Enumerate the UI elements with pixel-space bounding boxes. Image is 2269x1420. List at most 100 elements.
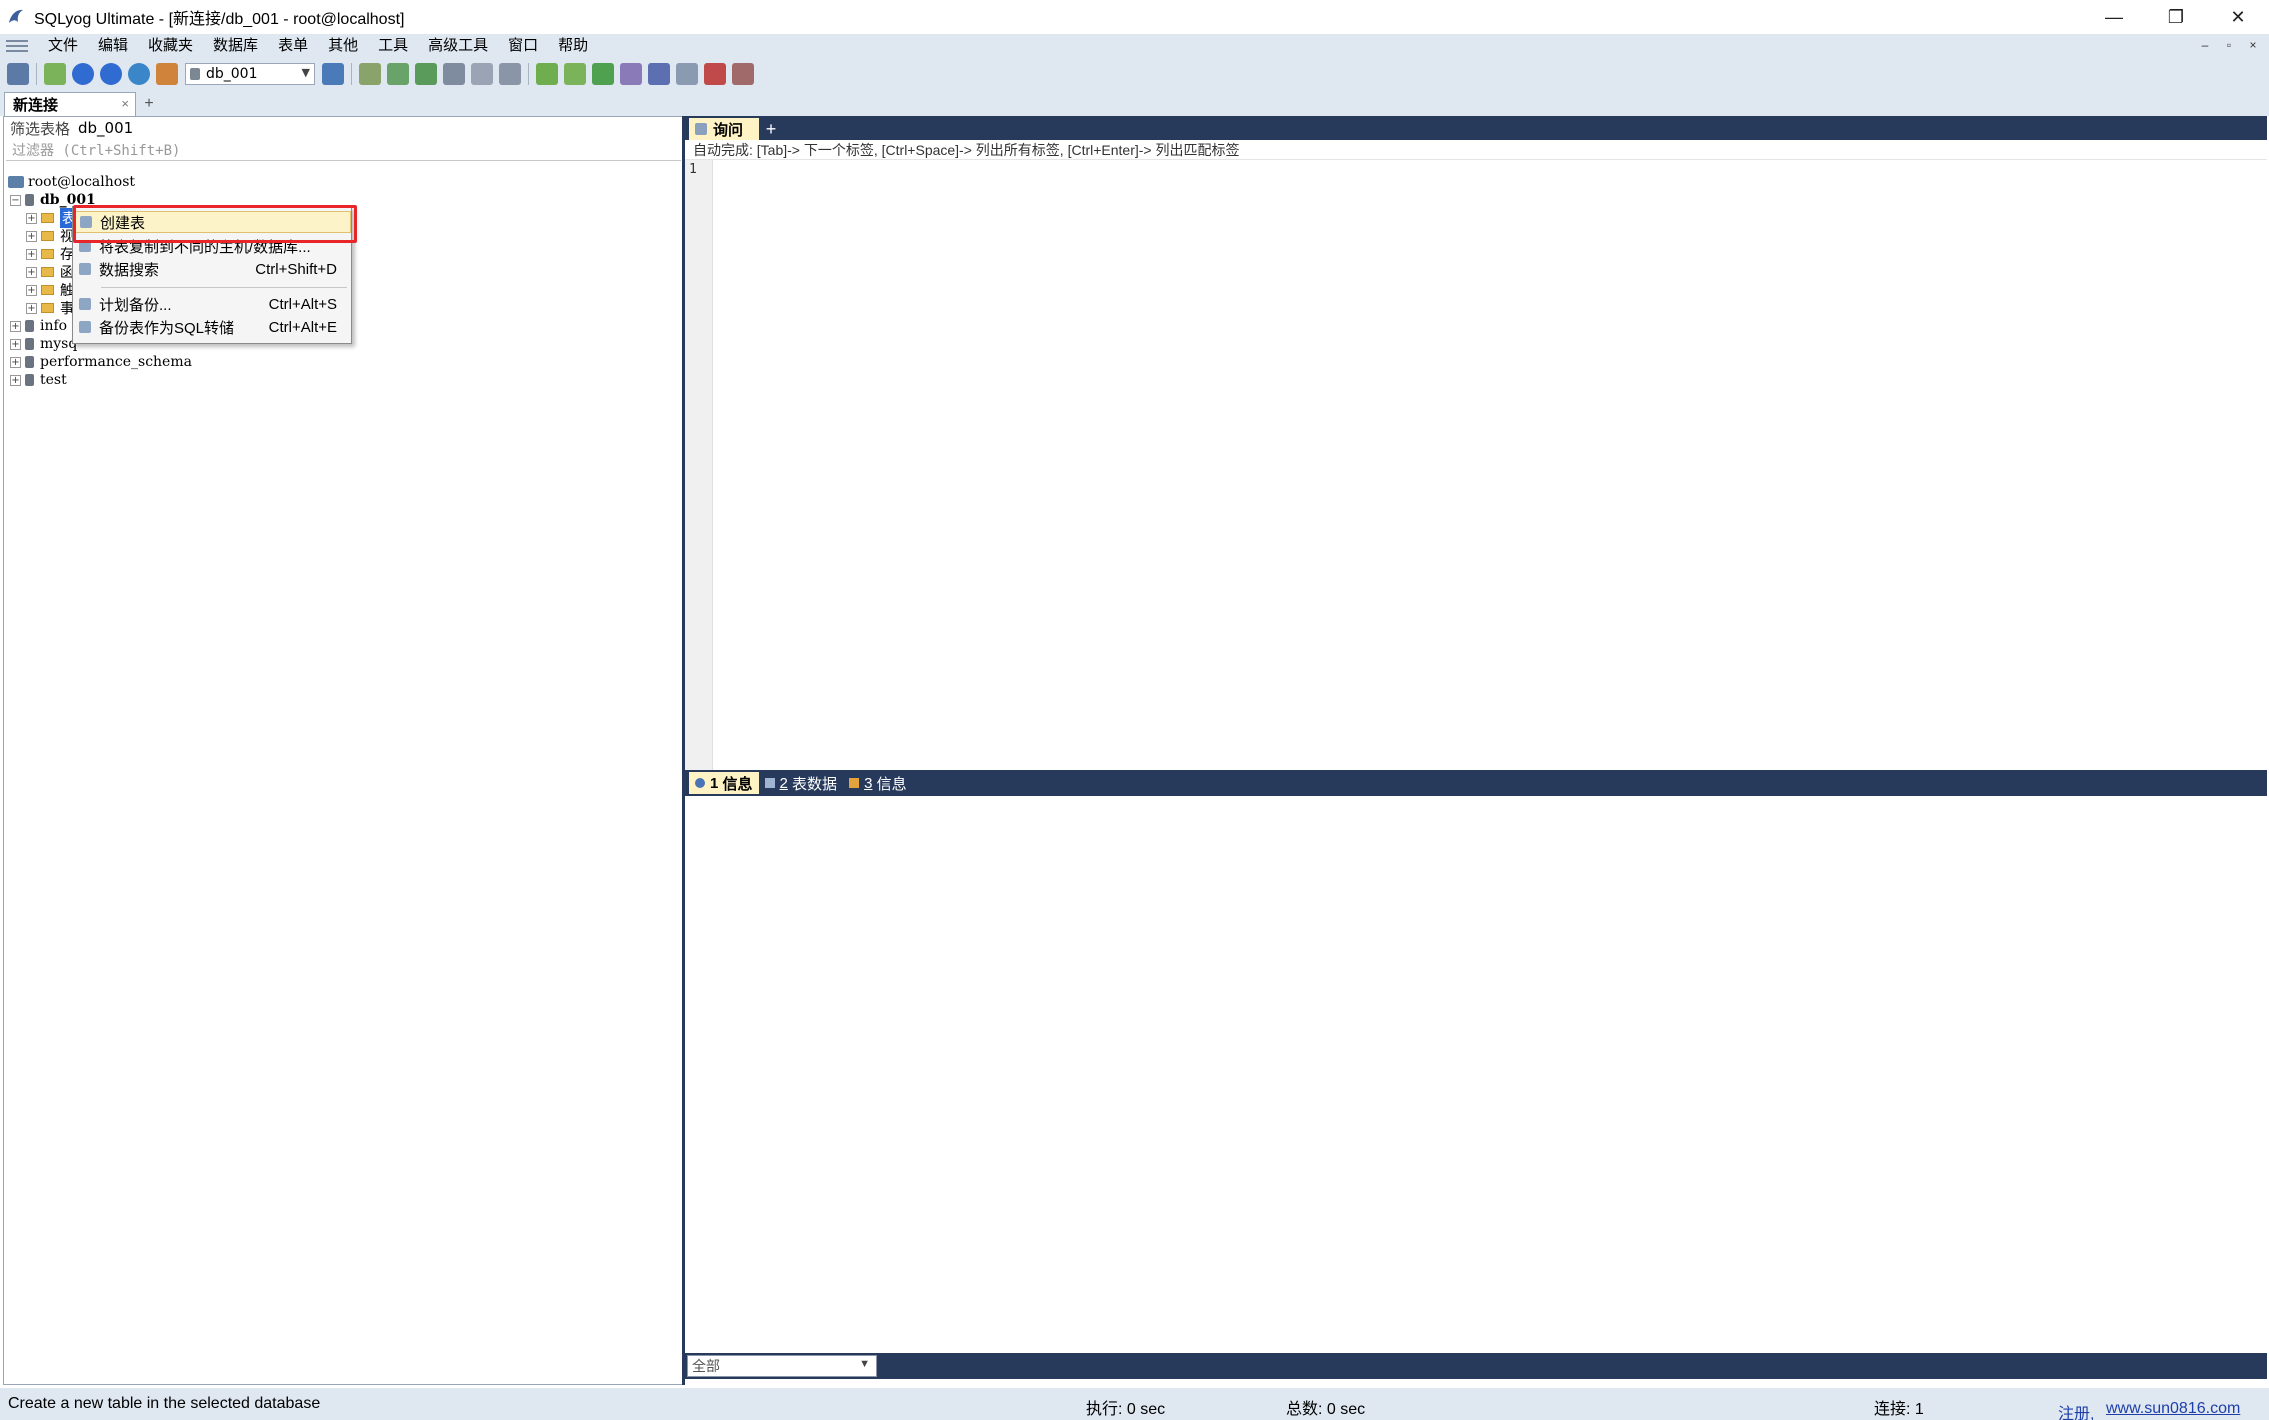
expand-icon[interactable]: + (10, 356, 21, 368)
database-icon (25, 356, 34, 368)
close-button[interactable]: ✕ (2207, 0, 2269, 34)
mdi-close-button[interactable]: × (2243, 36, 2263, 54)
menu-tools[interactable]: 工具 (368, 35, 418, 57)
user-manager-icon[interactable] (322, 63, 344, 85)
expand-icon[interactable]: + (26, 248, 37, 260)
mdi-minimize-button[interactable]: – (2195, 36, 2215, 54)
expand-icon[interactable]: + (26, 284, 37, 296)
folder-icon (41, 303, 54, 313)
query-area: 询问 + 自动完成: [Tab]-> 下一个标签, [Ctrl+Space]->… (685, 116, 2267, 1385)
tab-info[interactable]: 3 信息 (843, 772, 913, 794)
website-link[interactable]: www.sun0816.com (2106, 1400, 2240, 1418)
expand-icon[interactable]: + (10, 374, 21, 386)
result-filter-select[interactable]: 全部 ▼ (687, 1355, 877, 1377)
tree-item-server[interactable]: root@localhost (8, 173, 135, 191)
tree-item-database[interactable]: + mysq (10, 335, 77, 353)
tree-item-database[interactable]: + performance_schema (10, 353, 192, 371)
copy-table-icon (79, 240, 91, 252)
tree-item-folder[interactable]: + 表 (26, 208, 78, 228)
collapse-icon[interactable]: − (10, 194, 21, 206)
table-icon[interactable] (471, 63, 493, 85)
database-icon (25, 338, 34, 350)
menu-edit[interactable]: 编辑 (88, 35, 138, 57)
export-icon[interactable] (415, 63, 437, 85)
menu-help[interactable]: 帮助 (548, 35, 598, 57)
tab-number: 3 (864, 774, 873, 792)
tree-item-folder[interactable]: + 存 (26, 245, 74, 263)
refresh-icon[interactable] (128, 63, 150, 85)
server-icon (8, 176, 24, 188)
menu-favorites[interactable]: 收藏夹 (138, 35, 203, 57)
menu-item-data-search[interactable]: 数据搜索 Ctrl+Shift+D (73, 258, 351, 280)
schema-icon[interactable] (443, 63, 465, 85)
expand-icon[interactable]: + (26, 212, 37, 224)
execute-icon[interactable] (72, 63, 94, 85)
database-icon (25, 320, 34, 332)
toolbar-separator (351, 63, 352, 85)
menu-item-create-table[interactable]: 创建表 (73, 211, 351, 233)
close-icon[interactable]: × (121, 96, 129, 111)
tab-result-messages[interactable]: 1 信息 (689, 772, 759, 794)
context-menu: 创建表 将表复制到不同的主机/数据库... 数据搜索 Ctrl+Shift+D … (72, 206, 352, 344)
new-connection-icon[interactable] (7, 63, 29, 85)
tab-table-data[interactable]: 2 表数据 (759, 772, 844, 794)
backup-icon[interactable] (499, 63, 521, 85)
menu-item-copy-table[interactable]: 将表复制到不同的主机/数据库... (73, 235, 351, 257)
designer-icon[interactable] (676, 63, 698, 85)
database-select[interactable]: db_001 ▼ (185, 63, 315, 85)
tab-label: 信息 (722, 775, 753, 793)
new-query-icon[interactable] (44, 63, 66, 85)
menu-other[interactable]: 其他 (318, 35, 368, 57)
users-icon[interactable] (156, 63, 178, 85)
search-icon (79, 263, 91, 275)
tab-query[interactable]: 询问 (689, 118, 759, 140)
execute-all-icon[interactable] (100, 63, 122, 85)
register-link[interactable]: 注册, (2058, 1400, 2094, 1420)
import-icon[interactable] (387, 63, 409, 85)
menu-file[interactable]: 文件 (38, 35, 88, 57)
menu-item-backup-sql-dump[interactable]: 备份表作为SQL转储 Ctrl+Alt+E (73, 316, 351, 338)
chevron-down-icon: ▼ (859, 1358, 870, 1370)
expand-icon[interactable]: + (10, 338, 21, 350)
toolbar-separator (528, 63, 529, 85)
expand-icon[interactable]: + (10, 320, 21, 332)
status-bar: Create a new table in the selected datab… (0, 1388, 2269, 1420)
menu-advanced-tools[interactable]: 高级工具 (418, 35, 498, 57)
tab-connection[interactable]: 新连接 × (4, 92, 136, 116)
tab-label: 信息 (876, 775, 907, 793)
grid-icon (764, 778, 775, 788)
expand-icon[interactable]: + (26, 302, 37, 314)
minimize-button[interactable]: — (2083, 0, 2145, 34)
app-menu-icon[interactable] (6, 36, 28, 56)
menu-database[interactable]: 数据库 (203, 35, 268, 57)
chevron-down-icon: ▼ (301, 66, 310, 79)
sync-icon[interactable] (536, 63, 558, 85)
expand-icon[interactable]: + (26, 266, 37, 278)
tree-item-database[interactable]: + info (10, 317, 67, 335)
menu-window[interactable]: 窗口 (498, 35, 548, 57)
restore-button[interactable]: ❐ (2145, 0, 2207, 34)
add-connection-button[interactable]: + (140, 94, 158, 114)
autocomplete-hint: 自动完成: [Tab]-> 下一个标签, [Ctrl+Space]-> 列出所有… (685, 140, 2267, 160)
backup-icon (79, 298, 91, 310)
compare-icon[interactable] (592, 63, 614, 85)
tree-item-folder[interactable]: + 视 (26, 227, 74, 245)
menu-item-schedule-backup[interactable]: 计划备份... Ctrl+Alt+S (73, 293, 351, 315)
tree-item-database[interactable]: + test (10, 371, 67, 389)
schedule-icon[interactable] (564, 63, 586, 85)
status-message: Create a new table in the selected datab… (8, 1395, 321, 1412)
menu-table[interactable]: 表单 (268, 35, 318, 57)
expand-icon[interactable]: + (26, 230, 37, 242)
tree-item-folder[interactable]: + 触 (26, 281, 74, 299)
copy-database-icon[interactable] (359, 63, 381, 85)
history-icon[interactable] (732, 63, 754, 85)
tree-item-folder[interactable]: + 函 (26, 263, 74, 281)
migration-icon[interactable] (620, 63, 642, 85)
filter-input[interactable]: 过滤器 (Ctrl+Shift+B) (6, 139, 681, 161)
tree-item-folder[interactable]: + 事 (26, 299, 74, 317)
query-builder-icon[interactable] (648, 63, 670, 85)
profiler-icon[interactable] (704, 63, 726, 85)
add-query-tab-button[interactable]: + (761, 118, 781, 140)
mdi-controls: – ▫ × (2195, 36, 2263, 54)
mdi-restore-button[interactable]: ▫ (2219, 36, 2239, 54)
